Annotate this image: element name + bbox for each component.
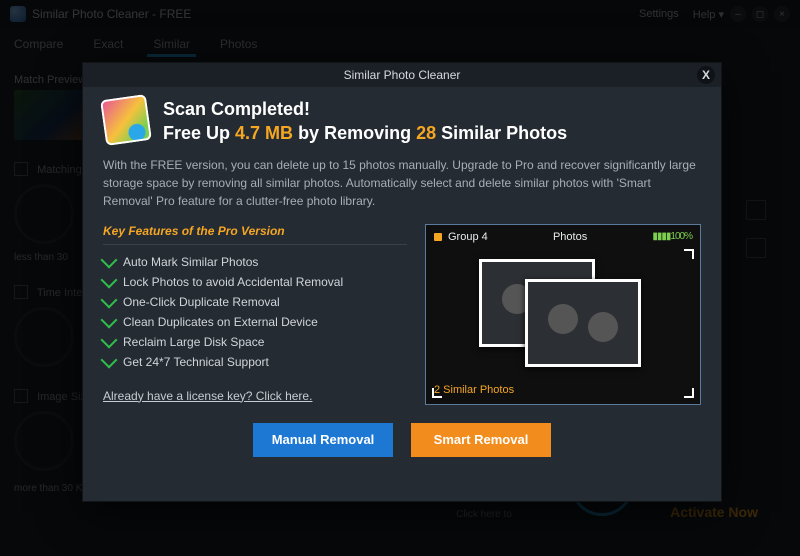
key-features-heading: Key Features of the Pro Version [103,224,407,245]
check-icon [101,251,118,268]
check-icon [101,271,118,288]
photo-cleaner-icon [100,94,152,146]
license-key-link[interactable]: Already have a license key? Click here. [103,389,312,403]
feature-item: One-Click Duplicate Removal [103,295,407,309]
preview-photos-label: Photos [488,231,653,243]
check-icon [101,311,118,328]
corner-icon [684,388,694,398]
dialog-close-button[interactable]: X [697,66,715,84]
feature-item: Get 24*7 Technical Support [103,355,407,369]
dialog-title: Similar Photo Cleaner [344,68,461,82]
similar-photos-preview: Group 4 Photos ▮▮▮▮100% 2 Similar Photos [425,224,701,405]
key-features-list: Auto Mark Similar Photos Lock Photos to … [103,255,407,369]
feature-item: Clean Duplicates on External Device [103,315,407,329]
group-marker-icon [434,233,442,241]
dialog-titlebar: Similar Photo Cleaner X [83,63,721,87]
check-icon [101,291,118,308]
upgrade-description: With the FREE version, you can delete up… [103,156,701,210]
preview-photo-thumbnail [525,279,641,367]
battery-indicator: ▮▮▮▮100% [652,231,692,242]
corner-icon [684,249,694,259]
feature-item: Auto Mark Similar Photos [103,255,407,269]
hero-heading: Scan Completed! Free Up 4.7 MB by Removi… [163,97,701,146]
corner-icon [432,388,442,398]
check-icon [101,351,118,368]
manual-removal-button[interactable]: Manual Removal [253,423,393,457]
preview-group-label: Group 4 [448,231,488,243]
preview-caption: 2 Similar Photos [434,384,692,396]
feature-item: Lock Photos to avoid Accidental Removal [103,275,407,289]
smart-removal-button[interactable]: Smart Removal [411,423,551,457]
check-icon [101,331,118,348]
scan-completed-dialog: Similar Photo Cleaner X Scan Completed! … [82,62,722,502]
feature-item: Reclaim Large Disk Space [103,335,407,349]
